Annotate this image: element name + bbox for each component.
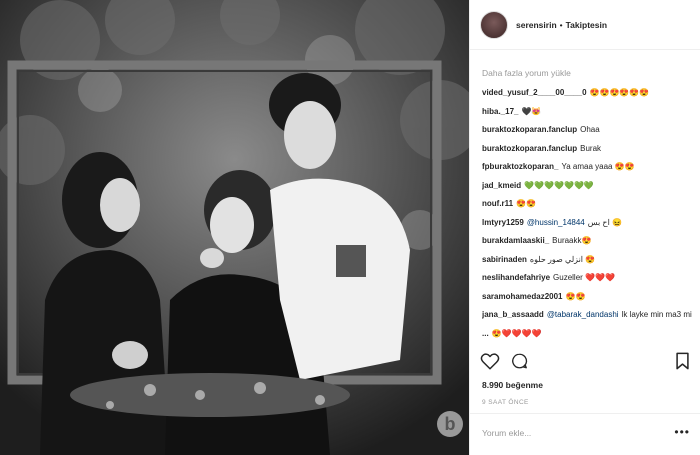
comment-item: nouf.r11 😍😍 xyxy=(482,195,692,214)
likes-count[interactable]: 8.990 beğenme xyxy=(482,380,543,390)
comments-panel: serensirin • Takiptesin Daha fazla yorum… xyxy=(469,0,700,455)
add-comment-input[interactable]: Yorum ekle... xyxy=(482,428,531,438)
comment-mention-link[interactable]: @hussin_14844 xyxy=(527,218,585,227)
more-options-icon[interactable]: ••• xyxy=(674,425,690,439)
comment-item: hiba._17_ 🖤😻 xyxy=(482,103,692,122)
comment-bubble-icon[interactable] xyxy=(510,352,529,375)
bookmark-icon[interactable] xyxy=(675,352,690,375)
comment-username[interactable]: buraktozkoparan.fanclup xyxy=(482,125,577,134)
comment-username[interactable]: hiba._17_ xyxy=(482,107,518,116)
comment-username[interactable]: vided_yusuf_2____00____0 xyxy=(482,88,587,97)
comment-username[interactable]: lmtyry1259 xyxy=(482,218,524,227)
load-more-comments-link[interactable]: Daha fazla yorum yükle xyxy=(482,64,692,82)
post-username[interactable]: serensirin xyxy=(516,20,557,30)
comment-text: Guzeller ❤️❤️❤️ xyxy=(553,273,615,282)
follow-status-button[interactable]: Takiptesin xyxy=(566,20,607,30)
comment-item: buraktozkoparan.fanclup Burak xyxy=(482,140,692,159)
divider xyxy=(470,413,700,414)
comment-username[interactable]: ... xyxy=(482,329,489,338)
comment-text: 😍❤️❤️❤️❤️ xyxy=(491,328,542,338)
comment-text: 🖤😻 xyxy=(521,106,542,116)
comment-username[interactable]: buraktozkoparan.fanclup xyxy=(482,144,577,153)
comment-text: 😍😍 xyxy=(516,199,537,208)
comment-username[interactable]: neslihandefahriye xyxy=(482,273,550,282)
comment-item: fpburaktozkoparan_ Ya amaa yaaa 😍😍 xyxy=(482,158,692,177)
comment-item: jana_b_assaadd @tabarak_dandashi lk layke … xyxy=(482,306,692,325)
comment-mention-link[interactable]: @tabarak_dandashi xyxy=(547,310,619,319)
comment-username[interactable]: nouf.r11 xyxy=(482,199,513,208)
comment-text: اح بس 😖 xyxy=(587,217,622,227)
comment-item: buraktozkoparan.fanclup Ohaa xyxy=(482,121,692,140)
comment-text: انزلي صور حلوه 😍 xyxy=(529,254,596,264)
avatar[interactable] xyxy=(480,10,508,39)
comment-username[interactable]: jana_b_assaadd xyxy=(482,310,544,319)
comment-item: vided_yusuf_2____00____0 😍😍😍😍😍😍 xyxy=(482,84,692,103)
comment-text: Burak xyxy=(580,143,602,153)
post-photo[interactable]: b xyxy=(0,0,469,455)
comment-username[interactable]: jad_kmeid xyxy=(482,181,521,190)
comment-text: Buraakk😍 xyxy=(552,236,592,245)
comment-text: Ya amaa yaaa 😍😍 xyxy=(561,162,635,171)
photo-illustration xyxy=(0,0,469,455)
post-timestamp: 9 SAAT ÖNCE xyxy=(482,399,529,406)
comment-username[interactable]: sabirinaden xyxy=(482,255,527,264)
comment-list: Daha fazla yorum yükle vided_yusuf_2____… xyxy=(482,64,692,344)
post-header: serensirin • Takiptesin xyxy=(470,0,700,50)
comment-username[interactable]: fpburaktozkoparan_ xyxy=(482,162,558,171)
comment-text: 💚💚💚💚💚💚💚 xyxy=(524,180,594,190)
comment-item: neslihandefahriye Guzeller ❤️❤️❤️ xyxy=(482,269,692,288)
post-actions xyxy=(480,352,529,375)
comment-text: 😍😍😍😍😍😍 xyxy=(589,88,650,97)
comment-username[interactable]: burakdamlaaskii_ xyxy=(482,236,549,245)
comment-text: Ohaa xyxy=(580,125,600,134)
comment-item: lmtyry1259 @hussin_14844 اح بس 😖 xyxy=(482,214,692,233)
comment-item: ... 😍❤️❤️❤️❤️ xyxy=(482,325,692,344)
separator-dot: • xyxy=(559,19,563,30)
comment-item: saramohamedaz2001 😍😍 xyxy=(482,288,692,307)
comment-item: burakdamlaaskii_ Buraakk😍 xyxy=(482,232,692,251)
site-watermark: b xyxy=(437,411,463,437)
like-heart-icon[interactable] xyxy=(480,352,500,375)
comment-username[interactable]: saramohamedaz2001 xyxy=(482,292,563,301)
instagram-post: b serensirin • Takiptesin Daha fazla yor… xyxy=(0,0,700,455)
comment-item: sabirinaden انزلي صور حلوه 😍 xyxy=(482,251,692,270)
comment-item: jad_kmeid 💚💚💚💚💚💚💚 xyxy=(482,177,692,196)
comment-text: 😍😍 xyxy=(565,291,586,301)
comment-text: lk layke min ma3 minnnn xyxy=(621,310,692,319)
